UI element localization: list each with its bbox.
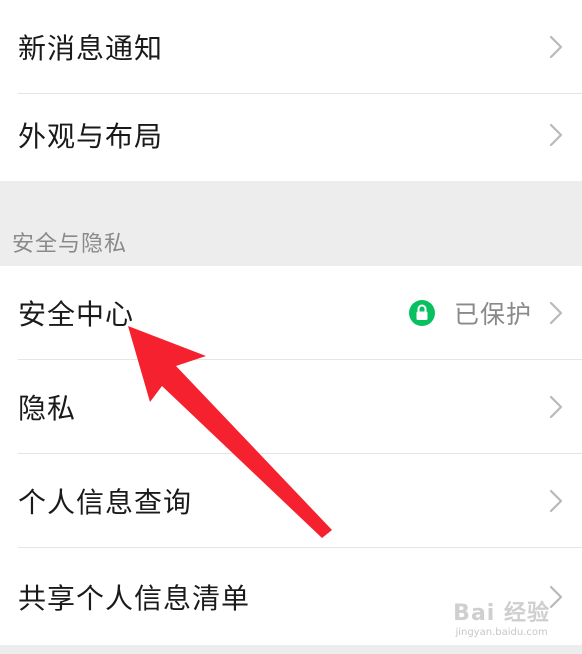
security-status-text: 已保护 [453,300,532,329]
settings-item-label: 个人信息查询 [18,486,193,519]
section-title-security-privacy: 安全与隐私 [12,232,128,257]
settings-item-personal-info-query[interactable]: 个人信息查询 [0,454,582,548]
settings-item-privacy[interactable]: 隐私 [0,360,582,454]
settings-item-label: 外观与布局 [18,120,164,153]
settings-item-new-message-notification[interactable]: 新消息通知 [0,0,582,94]
settings-item-appearance-layout[interactable]: 外观与布局 [0,88,582,182]
chevron-right-icon [542,300,568,326]
baidu-jingyan-watermark: Bai 经验 jingyan.baidu.com [453,595,550,638]
security-status: 已保护 [408,295,532,331]
chevron-right-icon [542,394,568,420]
lock-icon [408,299,436,327]
settings-item-label: 隐私 [18,392,77,425]
settings-group-security: 安全中心 已保护 隐私 个人信息查询 共享个人信息清单 [0,266,582,645]
watermark-logo: Bai 经验 [453,601,550,626]
settings-group-general: 新消息通知 外观与布局 [0,0,582,181]
settings-item-label: 共享个人信息清单 [18,582,251,615]
divider [18,547,582,548]
settings-item-security-center[interactable]: 安全中心 已保护 [0,266,582,360]
settings-item-label: 安全中心 [18,298,135,331]
settings-item-label: 新消息通知 [18,32,164,65]
watermark-url: jingyan.baidu.com [455,627,548,638]
chevron-right-icon [542,122,568,148]
chevron-right-icon [542,488,568,514]
chevron-right-icon [542,34,568,60]
